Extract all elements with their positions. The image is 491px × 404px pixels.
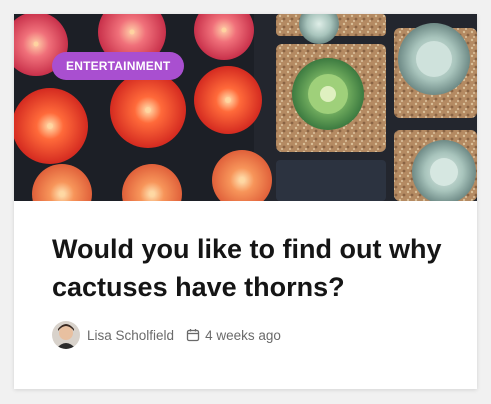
author-name[interactable]: Lisa Scholfield <box>87 328 174 343</box>
featured-image[interactable]: ENTERTAINMENT <box>14 14 477 201</box>
post-date: 4 weeks ago <box>205 327 281 343</box>
cactus-photo <box>14 14 477 201</box>
post-card[interactable]: ENTERTAINMENT Would you like to find out… <box>14 14 477 389</box>
category-badge[interactable]: ENTERTAINMENT <box>52 52 185 80</box>
calendar-icon <box>186 328 200 342</box>
avatar-image <box>52 321 80 349</box>
post-meta: Lisa Scholfield 4 weeks ago <box>52 320 281 350</box>
post-title[interactable]: Would you like to find out why cactuses … <box>52 230 452 306</box>
avatar[interactable] <box>52 321 80 349</box>
